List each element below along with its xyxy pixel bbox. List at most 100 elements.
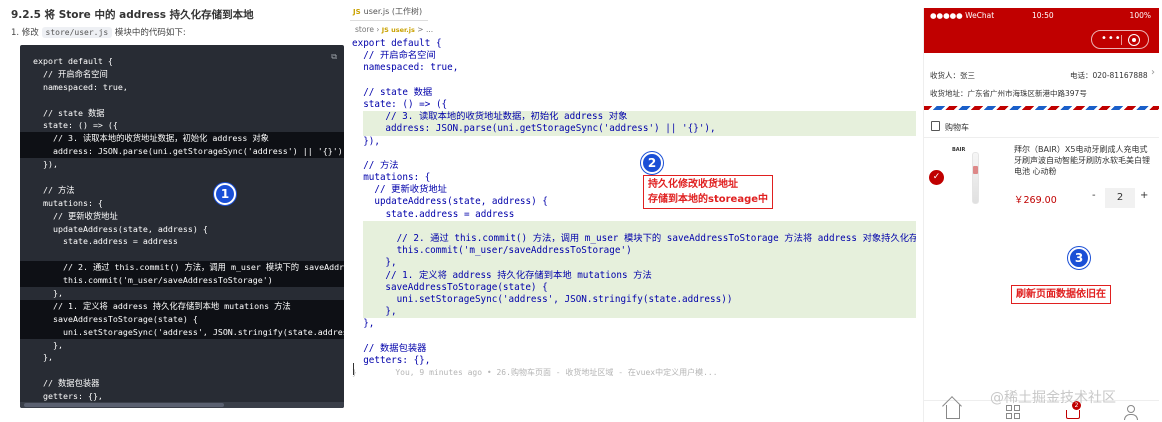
code-line: state: () => ({ [33,120,118,131]
home-icon[interactable] [946,405,960,419]
carrier-label: ●●●●● WeChat [930,11,995,20]
code-line: }, [33,352,53,363]
editor-line[interactable] [350,331,916,343]
grid-cell [1006,413,1012,419]
grid-cell [1014,413,1020,419]
code-line: // 更新收货地址 [33,210,118,221]
editor-line[interactable]: export default { [350,38,916,50]
product-price: ￥269.00 [1014,195,1057,206]
editor-line[interactable]: mutations: { [350,172,916,184]
annotation-badge-3: 3 [1068,247,1090,269]
status-time: 10:50 [1032,11,1054,20]
code-line: // 方法 [33,184,75,195]
editor-line[interactable]: }, [363,257,916,270]
editor-line[interactable]: // 开启命名空间 [350,50,916,62]
text-cursor [353,363,354,375]
editor-line[interactable]: this.commit('m_user/saveAddressToStorage… [363,245,916,258]
code-line: // 3. 读取本地的收货地址数据，初始化 address 对象 [20,132,344,146]
editor-line[interactable]: getters: {}, [350,355,916,367]
quantity-value[interactable]: 2 [1105,188,1135,208]
receiver-name: 收货人：张三 [930,71,975,80]
editor-line[interactable]: // 3. 读取本地的收货地址数据，初始化 address 对象 [363,111,916,124]
editor-tab[interactable]: JS user.js (工作树) [350,5,428,21]
editor-line[interactable] [350,75,916,87]
code-line: }, [33,288,63,299]
quantity-stepper: - 2 + [1088,188,1154,208]
address-box[interactable]: 收货人：张三 电话：020-81167888 › 收货地址：广东省广州市海珠区新… [924,53,1159,111]
cart-icon[interactable] [1066,410,1080,419]
watermark: @稀土掘金技术社区 [990,390,1116,406]
editor-line[interactable]: state: () => ({ [350,99,916,111]
receiver-address: 收货地址：广东省广州市海珠区新港中路397号 [930,89,1087,98]
editor-line[interactable]: updateAddress(state, address) { [350,196,916,208]
item-checkbox[interactable]: ✓ [929,170,944,185]
breadcrumb-item[interactable]: JS user.js [382,26,415,34]
editor-line[interactable]: // 更新收货地址 [350,184,916,196]
increase-button[interactable]: + [1140,190,1148,201]
receiver-phone: 电话：020-81167888 [1070,71,1148,80]
profile-icon[interactable] [1124,405,1138,420]
doc-step-text: 1. 修改 store/user.js 模块中的代码如下: [11,26,186,38]
doc-step-prefix: 1. 修改 [11,28,39,38]
dark-code-lines: export default { // 开启命名空间 namespaced: t… [20,55,344,408]
miniprogram-capsule: ••• [1091,30,1149,49]
product-title[interactable]: 拜尔（BAIR）X5电动牙刷成人充电式牙刷声波自动智能牙刷防水软毛美白锂电池 心… [1014,144,1154,177]
code-line: // 数据包装器 [33,378,100,389]
code-line: this.commit('m_user/saveAddressToStorage… [20,274,344,288]
editor-code-area[interactable]: export default { // 开启命名空间 namespaced: t… [350,38,916,379]
address-border-stripe [924,106,1159,110]
doc-section-title: 9.2.5 将 Store 中的 address 持久化存储到本地 [11,9,254,21]
editor-line-blame[interactable]: } You, 9 minutes ago • 26.购物车页面 - 收货地址区域… [350,367,916,379]
annotation-label-3: 刷新页面数据依旧在 [1011,285,1111,304]
cart-header-label: 购物车 [945,123,969,132]
editor-line[interactable]: }, [363,306,916,319]
editor-line[interactable]: // state 数据 [350,87,916,99]
battery-label: 100% [1129,11,1151,20]
close-icon[interactable] [1128,34,1140,46]
decrease-button[interactable]: - [1092,190,1096,201]
editor-line[interactable]: namespaced: true, [350,62,916,74]
editor-line[interactable]: }), [350,136,916,148]
profile-head [1127,405,1135,413]
code-line: updateAddress(state, address) { [33,223,208,234]
code-line: state.address = address [33,236,178,247]
editor-line[interactable]: }, [350,318,916,330]
editor-line[interactable]: // 2. 通过 this.commit() 方法，调用 m_user 模块下的… [363,233,916,246]
product-brand: BAIR [952,147,966,153]
code-line: address: JSON.parse(uni.getStorageSync('… [20,145,344,159]
code-line: // 1. 定义将 address 持久化存储到本地 mutations 方法 [20,299,344,313]
breadcrumb-item[interactable]: ... [426,25,433,34]
horizontal-scrollbar[interactable] [20,402,344,408]
shop-icon [931,121,940,131]
editor-line[interactable]: // 数据包装器 [350,343,916,355]
editor-line[interactable] [363,220,916,233]
editor-line[interactable]: state.address = address [350,209,916,221]
code-line: uni.setStorageSync('address', JSON.strin… [20,325,344,339]
code-line: saveAddressToStorage(state) { [20,312,344,326]
more-icon[interactable]: ••• [1101,32,1122,46]
editor-line[interactable] [350,148,916,160]
breadcrumb-item[interactable]: store [355,25,374,34]
capsule-divider [1121,35,1122,45]
code-line: }), [33,159,58,170]
dark-code-block: ⧉ export default { // 开启命名空间 namespaced:… [20,45,344,408]
editor-line[interactable]: // 方法 [350,160,916,172]
code-line: mutations: { [33,197,103,208]
status-bar: ●●●●● WeChat 10:50 100% [924,8,1159,25]
editor-line[interactable]: address: JSON.parse(uni.getStorageSync('… [363,123,916,136]
code-line: namespaced: true, [33,81,128,92]
product-image[interactable]: BAIR [950,144,1002,210]
editor-line[interactable]: saveAddressToStorage(state) { [363,281,916,294]
editor-tab-label: user.js (工作树) [363,7,423,16]
profile-body [1124,414,1138,420]
editor-line[interactable]: uni.setStorageSync('address', JSON.strin… [363,293,916,307]
scrollbar-thumb[interactable] [24,403,224,407]
category-icon[interactable] [1006,405,1020,419]
toothbrush-shape [972,152,979,204]
annotation-label-2-line2: 存储到本地的storeage中 [648,194,769,205]
editor-line[interactable]: // 1. 定义将 address 持久化存储到本地 mutations 方法 [363,269,916,282]
